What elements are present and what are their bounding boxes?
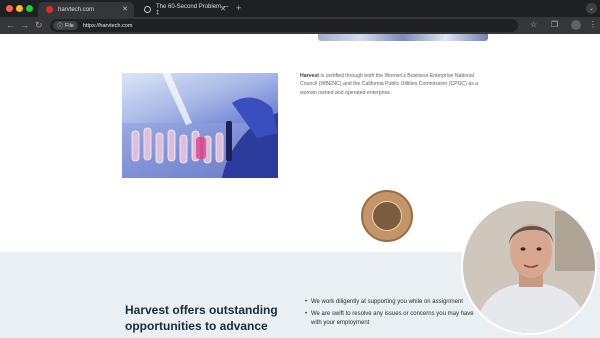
file-info-chip[interactable]: ⓘ File [53,21,78,30]
url-text: https://harvtech.com [82,22,133,29]
company-name: Harvest [300,73,320,79]
harvest-favicon-icon [46,6,53,13]
extensions-icon[interactable]: ❐ [551,20,558,30]
info-icon: ⓘ [57,24,64,30]
reload-icon[interactable]: ↻ [35,20,43,30]
window-zoom-button[interactable] [26,5,33,12]
tab-title: harvtech.com [58,6,95,13]
benefits-list: We work diligently at supporting you whi… [305,298,485,331]
tab-close-icon[interactable]: ✕ [122,5,128,13]
certification-text: is certified through both the Women's Bu… [300,73,479,96]
hero-section-edge [0,34,600,41]
tab-harvtech[interactable]: harvtech.com ✕ [38,2,134,17]
address-bar[interactable]: ⓘ File https://harvtech.com [50,19,518,32]
presenter-figure [463,201,595,333]
lab-illustration [122,73,278,178]
window-close-button[interactable] [6,5,13,12]
globe-icon [144,6,151,13]
back-arrow-icon[interactable]: ← [6,20,15,30]
browser-tab-bar: harvtech.com ✕ The 60-Second Problem — ‡… [0,0,600,17]
hero-image [318,34,488,41]
list-item: We are swift to resolve any issues or co… [305,310,485,328]
california-state-seal-image [361,190,413,242]
tab-close-icon[interactable]: ✕ [220,5,226,13]
tab-60-second-problem[interactable]: The 60-Second Problem — ‡ ✕ [136,2,232,17]
tab-search-icon[interactable]: ⌄ [586,3,597,14]
presenter-webcam-bubble [461,199,597,335]
window-minimize-button[interactable] [16,5,23,12]
web-page: Harvest is certified through both the Wo… [0,34,600,338]
profile-avatar[interactable] [571,20,581,30]
list-item: We work diligently at supporting you whi… [305,298,485,307]
lab-test-tubes-image [122,73,278,178]
seal-center [372,201,402,231]
forward-arrow-icon[interactable]: → [20,20,29,30]
certification-paragraph: Harvest is certified through both the Wo… [300,72,480,97]
browser-toolbar: ← → ↻ ⓘ File https://harvtech.com ☆ ❐ ⋮ [0,17,600,34]
new-tab-button[interactable]: + [236,3,241,13]
opportunities-headline: Harvest offers outstanding opportunities… [125,303,278,338]
menu-kebab-icon[interactable]: ⋮ [589,20,597,30]
file-chip-label: File [65,22,74,29]
bookmark-star-icon[interactable]: ☆ [530,20,537,30]
